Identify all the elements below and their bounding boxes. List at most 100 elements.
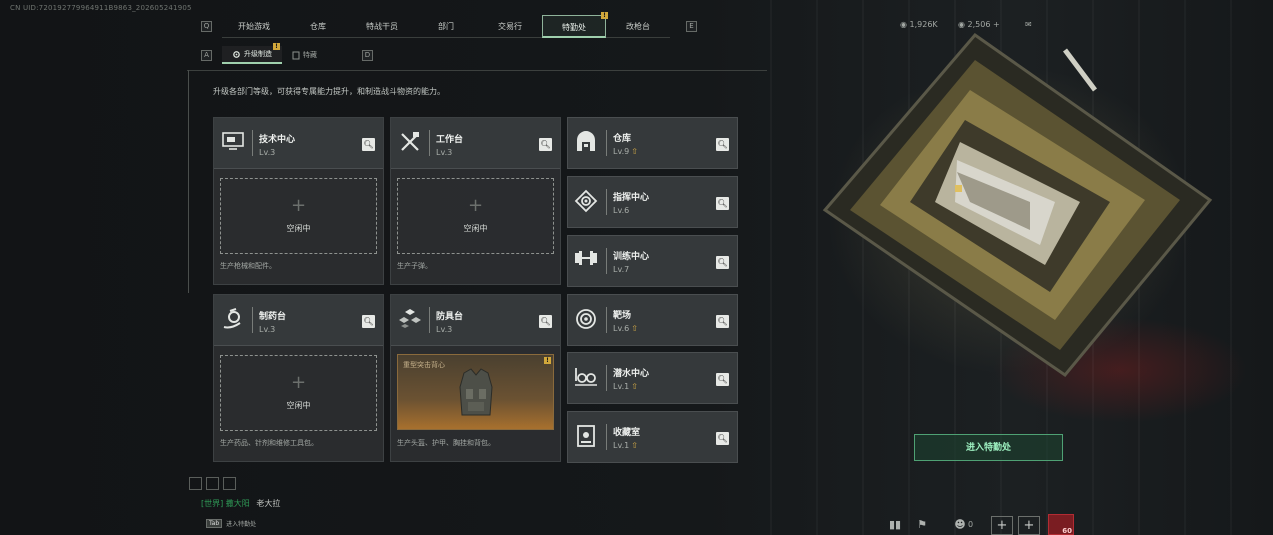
chat-channel: [世界]: [201, 499, 224, 508]
flag-icon[interactable]: ⚑: [912, 515, 932, 535]
currency-b: ◉ 2,506 +: [958, 20, 1000, 29]
chat-line: [世界] 撒大阳 老大拉: [201, 498, 280, 509]
subnav-next-key[interactable]: D: [362, 50, 373, 61]
vault-icon: [573, 130, 599, 156]
add-icon[interactable]: +: [993, 20, 1000, 29]
separator: [606, 307, 607, 333]
uid-text: CN UID:720192779964911B9863_202605241905: [10, 4, 192, 12]
subtab-upgrade[interactable]: 升级制造 !: [222, 43, 282, 64]
quick-slot[interactable]: [223, 477, 236, 490]
upgrade-arrow-icon: ⇧: [631, 441, 638, 450]
facility-card-command-center[interactable]: 指挥中心 Lv.6 🔍︎: [567, 176, 738, 228]
search-icon[interactable]: 🔍︎: [716, 373, 729, 386]
facility-level-value: Lv.1: [613, 382, 630, 391]
search-icon[interactable]: 🔍︎: [716, 138, 729, 151]
facility-card-workbench[interactable]: 工作台 Lv.3 🔍︎ + 空闲中 生产子弹。: [390, 117, 561, 285]
facility-card-pharmacy[interactable]: 制药台 Lv.3 🔍︎ + 空闲中 生产药品、针剂和维修工具包。: [213, 294, 384, 462]
search-icon[interactable]: 🔍︎: [716, 432, 729, 445]
mail-icon[interactable]: ✉: [1025, 20, 1032, 29]
command-icon: [573, 189, 599, 215]
stats-icon[interactable]: ▮▮: [885, 515, 905, 535]
facility-level: Lv.7: [613, 265, 630, 274]
facility-level-value: Lv.6: [613, 324, 630, 333]
featured-product-slot[interactable]: 重型突击背心 !: [397, 354, 554, 430]
search-icon[interactable]: 🔍︎: [362, 138, 375, 151]
avatar-level: 60: [1062, 527, 1072, 535]
card-header: 技术中心 Lv.3 🔍︎: [214, 118, 383, 169]
facility-level-value: Lv.1: [613, 441, 630, 450]
search-icon[interactable]: 🔍︎: [539, 315, 552, 328]
production-slot[interactable]: + 空闲中: [220, 355, 377, 431]
quick-slot[interactable]: [189, 477, 202, 490]
monitor-icon: [220, 130, 246, 156]
facility-level: Lv.9 ⇧: [613, 147, 638, 156]
tab-warehouse[interactable]: 仓库: [286, 15, 350, 38]
facility-title: 工作台: [436, 135, 464, 145]
featured-product-name: 重型突击背心: [403, 361, 445, 369]
facility-title: 仓库: [613, 134, 632, 144]
production-slot[interactable]: + 空闲中: [397, 178, 554, 254]
facility-title: 靶场: [613, 311, 632, 321]
subtab-upgrade-label: 升级制造: [244, 50, 272, 58]
search-icon[interactable]: 🔍︎: [716, 256, 729, 269]
add-party-button[interactable]: +: [1018, 516, 1040, 535]
tab-gunsmith[interactable]: 改枪台: [606, 15, 670, 38]
chat-sender: 撒大阳: [225, 499, 250, 508]
facility-description: 生产子弹。: [397, 262, 432, 270]
tab-special-ops[interactable]: 特勤处 !: [542, 12, 608, 38]
friends-icon[interactable]: ☻: [950, 515, 970, 535]
facility-card-training-center[interactable]: 训练中心 Lv.7 🔍︎: [567, 235, 738, 287]
alert-badge: !: [544, 357, 551, 364]
vest-icon: [458, 368, 493, 416]
production-slot[interactable]: + 空闲中: [220, 178, 377, 254]
facility-card-collection-room[interactable]: 收藏室 Lv.1 ⇧ 🔍︎: [567, 411, 738, 463]
facility-title: 收藏室: [613, 428, 641, 438]
tab-trade[interactable]: 交易行: [478, 15, 542, 38]
tab-start-game[interactable]: 开始游戏: [222, 15, 286, 38]
facility-card-shooting-range[interactable]: 靶场 Lv.6 ⇧ 🔍︎: [567, 294, 738, 346]
armor-blocks-icon: [397, 307, 423, 333]
currency-b-value: 2,506: [967, 20, 991, 29]
diving-icon: [573, 365, 599, 391]
facility-level: Lv.3: [436, 325, 453, 334]
search-icon[interactable]: 🔍︎: [539, 138, 552, 151]
tab-hint[interactable]: Tab 进入特勤处: [206, 519, 256, 528]
subnav-prev-key[interactable]: A: [201, 50, 212, 61]
facility-title: 指挥中心: [613, 193, 650, 203]
slot-status: 空闲中: [286, 224, 311, 233]
nav-prev-key[interactable]: Q: [201, 21, 212, 32]
facility-level-value: Lv.9: [613, 147, 630, 156]
divider: [188, 70, 189, 293]
avatar[interactable]: 60: [1048, 514, 1074, 535]
search-icon[interactable]: 🔍︎: [362, 315, 375, 328]
facility-card-diving-center[interactable]: 潜水中心 Lv.1 ⇧ 🔍︎: [567, 352, 738, 404]
search-icon[interactable]: 🔍︎: [716, 315, 729, 328]
facility-card-warehouse[interactable]: 仓库 Lv.9 ⇧ 🔍︎: [567, 117, 738, 169]
tab-operators[interactable]: 特战干员: [350, 15, 414, 38]
facility-title: 技术中心: [259, 135, 296, 145]
add-friend-button[interactable]: +: [991, 516, 1013, 535]
separator: [606, 248, 607, 274]
add-icon: +: [467, 195, 484, 216]
subtab-collection[interactable]: 特藏: [282, 46, 327, 64]
facility-description: 生产头盔、护甲、胸挂和背包。: [397, 439, 495, 447]
tab-departments[interactable]: 部门: [414, 15, 478, 38]
facility-level: Lv.1 ⇧: [613, 382, 638, 391]
coin-icon: ◉: [958, 20, 965, 29]
facility-title: 训练中心: [613, 252, 650, 262]
facility-title: 防具台: [436, 312, 464, 322]
facility-card-armor-bench[interactable]: 防具台 Lv.3 🔍︎ 重型突击背心 ! 生产头盔、护甲、胸挂和背包。: [390, 294, 561, 462]
tab-special-ops-label: 特勤处: [562, 23, 586, 32]
search-icon[interactable]: 🔍︎: [716, 197, 729, 210]
facility-title: 制药台: [259, 312, 287, 322]
nav-next-key[interactable]: E: [686, 21, 697, 32]
facility-card-tech-center[interactable]: 技术中心 Lv.3 🔍︎ + 空闲中 生产枪械和配件。: [213, 117, 384, 285]
gear-icon: [233, 50, 240, 58]
enter-special-ops-button[interactable]: 进入特勤处: [914, 434, 1063, 461]
facility-title: 潜水中心: [613, 369, 650, 379]
facility-level: Lv.6 ⇧: [613, 324, 638, 333]
quick-slot[interactable]: [206, 477, 219, 490]
slot-status: 空闲中: [463, 224, 488, 233]
top-nav: 开始游戏 仓库 特战干员 部门 交易行 特勤处 ! 改枪台: [222, 12, 670, 38]
currency-a: ◉ 1,926K: [900, 20, 938, 29]
